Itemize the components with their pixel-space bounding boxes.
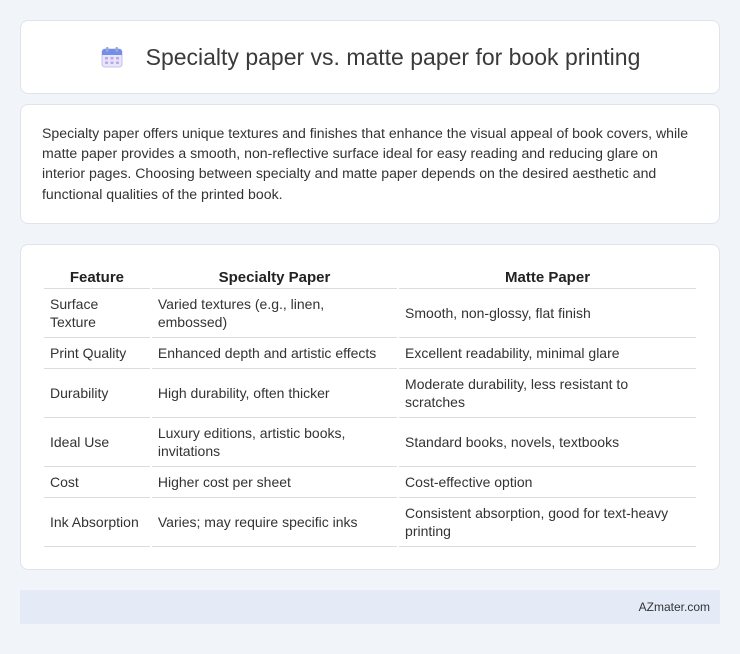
feature-cell: Cost <box>44 467 150 498</box>
intro-card: Specialty paper offers unique textures a… <box>20 104 720 224</box>
feature-cell: Print Quality <box>44 338 150 369</box>
specialty-paper-cell: Varies; may require specific inks <box>151 498 398 547</box>
table-row: Print Quality Enhanced depth and artisti… <box>44 338 696 369</box>
specialty-paper-cell: Higher cost per sheet <box>151 467 398 498</box>
page-title: Specialty paper vs. matte paper for book… <box>145 43 641 70</box>
specialty-paper-cell: Enhanced depth and artistic effects <box>151 338 398 369</box>
table-header-row: Feature Specialty Paper Matte Paper <box>44 263 696 289</box>
matte-paper-cell: Excellent readability, minimal glare <box>399 338 696 369</box>
feature-cell: Durability <box>44 369 150 418</box>
specialty-paper-cell: Luxury editions, artistic books, invitat… <box>151 418 398 467</box>
table-row: Ideal Use Luxury editions, artistic book… <box>44 418 696 467</box>
matte-paper-cell: Consistent absorption, good for text-hea… <box>399 498 696 547</box>
specialty-paper-cell: Varied textures (e.g., linen, embossed) <box>151 289 398 338</box>
comparison-table-card: Feature Specialty Paper Matte Paper Surf… <box>20 244 720 570</box>
title-card: Specialty paper vs. matte paper for book… <box>20 20 720 94</box>
specialty-paper-cell: High durability, often thicker <box>151 369 398 418</box>
source-credit: AZmater.com <box>638 600 710 614</box>
feature-cell: Ideal Use <box>44 418 150 467</box>
table-row: Cost Higher cost per sheet Cost-effectiv… <box>44 467 696 498</box>
table-row: Ink Absorption Varies; may require speci… <box>44 498 696 547</box>
column-header-feature: Feature <box>44 263 150 289</box>
matte-paper-cell: Moderate durability, less resistant to s… <box>399 369 696 418</box>
table-row: Surface Texture Varied textures (e.g., l… <box>44 289 696 338</box>
feature-cell: Surface Texture <box>44 289 150 338</box>
table-row: Durability High durability, often thicke… <box>44 369 696 418</box>
column-header-matte-paper: Matte Paper <box>399 263 696 289</box>
feature-cell: Ink Absorption <box>44 498 150 547</box>
comparison-table: Feature Specialty Paper Matte Paper Surf… <box>42 263 698 547</box>
calendar-icon <box>100 45 124 69</box>
matte-paper-cell: Cost-effective option <box>399 467 696 498</box>
column-header-specialty-paper: Specialty Paper <box>151 263 398 289</box>
intro-paragraph: Specialty paper offers unique textures a… <box>42 125 689 202</box>
matte-paper-cell: Standard books, novels, textbooks <box>399 418 696 467</box>
footer-bar: AZmater.com <box>20 590 720 624</box>
matte-paper-cell: Smooth, non-glossy, flat finish <box>399 289 696 338</box>
